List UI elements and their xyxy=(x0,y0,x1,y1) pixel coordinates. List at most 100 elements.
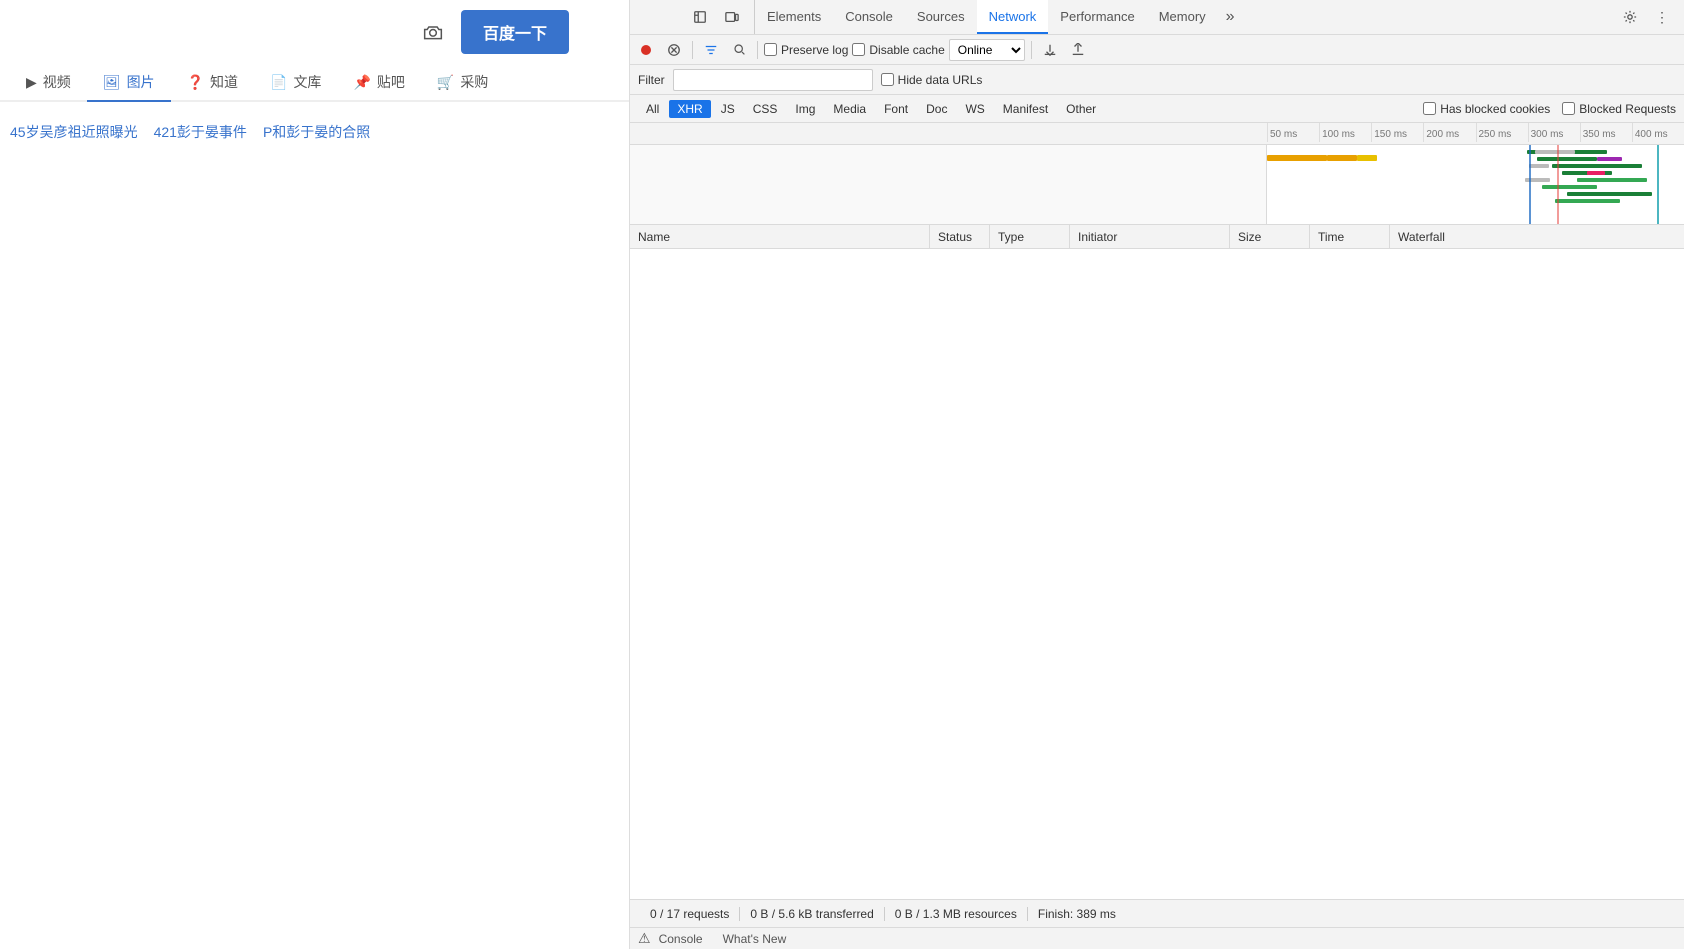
wf-bar-connect xyxy=(1357,155,1377,161)
type-pill-img[interactable]: Img xyxy=(787,100,823,118)
ruler-mark-3: 200 ms xyxy=(1423,123,1475,142)
tab-tupian[interactable]: 🖼 图片 xyxy=(87,64,171,102)
export-har-icon[interactable] xyxy=(1066,38,1090,62)
clear-button[interactable] xyxy=(662,38,686,62)
hide-data-urls-checkbox[interactable] xyxy=(881,73,894,86)
disable-cache-checkbox[interactable] xyxy=(852,43,865,56)
wf-bar-ssl xyxy=(1327,155,1357,161)
col-header-type[interactable]: Type xyxy=(990,225,1070,248)
waterfall-left-spacer xyxy=(630,145,1267,224)
tieba-icon: 📌 xyxy=(353,74,370,91)
whats-new-label[interactable]: What's New xyxy=(723,932,787,946)
preserve-log-checkbox[interactable] xyxy=(764,43,777,56)
tab-tieba[interactable]: 📌 贴吧 xyxy=(337,64,420,100)
table-header: Name Status Type Initiator Size Time Wat… xyxy=(630,225,1684,249)
has-blocked-cookies-label[interactable]: Has blocked cookies xyxy=(1423,102,1550,116)
more-tabs-button[interactable]: » xyxy=(1218,0,1243,34)
wf-bar-pink1 xyxy=(1587,171,1605,175)
record-button[interactable] xyxy=(634,38,658,62)
filter-bar: Filter Hide data URLs xyxy=(630,65,1684,95)
col-header-size[interactable]: Size xyxy=(1230,225,1310,248)
browser-content: 百度一下 ▶ 视频 🖼 图片 ❓ 知道 📄 文库 📌 贴吧 🛒 采购 45岁吴彦 xyxy=(0,0,630,949)
suggestion-3[interactable]: P和彭于晏的合照 xyxy=(263,122,370,142)
network-table-body xyxy=(630,249,1684,899)
disable-cache-checkbox-label[interactable]: Disable cache xyxy=(852,43,944,57)
devtools-panel: Elements Console Sources Network Perform… xyxy=(630,0,1684,949)
dom-content-marker xyxy=(1529,145,1531,224)
device-toolbar-icon[interactable] xyxy=(718,3,746,31)
tab-sources[interactable]: Sources xyxy=(905,0,977,34)
tab-memory[interactable]: Memory xyxy=(1147,0,1218,34)
preserve-log-checkbox-label[interactable]: Preserve log xyxy=(764,43,848,57)
tab-performance[interactable]: Performance xyxy=(1048,0,1146,34)
baidu-search-button[interactable]: 百度一下 xyxy=(461,10,569,54)
devtools-right-icons: ⋮ xyxy=(1608,3,1684,31)
transferred-size: 0 B / 5.6 kB transferred xyxy=(740,907,884,921)
tab-console[interactable]: Console xyxy=(833,0,905,34)
suggestion-2[interactable]: 421彭于晏事件 xyxy=(154,122,247,142)
wenku-icon: 📄 xyxy=(270,74,287,91)
wf-bar-purple1 xyxy=(1597,157,1622,161)
ruler-mark-6: 350 ms xyxy=(1580,123,1632,142)
console-bottom-bar: ⚠ Console What's New xyxy=(630,927,1684,949)
finish-marker xyxy=(1657,145,1659,224)
tab-elements[interactable]: Elements xyxy=(755,0,833,34)
console-label[interactable]: Console xyxy=(659,932,703,946)
hide-data-urls-label[interactable]: Hide data URLs xyxy=(881,73,983,87)
col-header-time[interactable]: Time xyxy=(1310,225,1390,248)
inspect-element-icon[interactable] xyxy=(686,3,714,31)
col-header-waterfall[interactable]: Waterfall xyxy=(1390,225,1684,248)
type-pill-all[interactable]: All xyxy=(638,100,667,118)
search-icon-button[interactable] xyxy=(727,38,751,62)
type-pill-font[interactable]: Font xyxy=(876,100,916,118)
col-header-initiator[interactable]: Initiator xyxy=(1070,225,1230,248)
more-options-icon[interactable]: ⋮ xyxy=(1648,3,1676,31)
import-har-icon[interactable] xyxy=(1038,38,1062,62)
suggestion-1[interactable]: 45岁吴彦祖近照曝光 xyxy=(10,122,138,142)
wf-bar-g7 xyxy=(1567,192,1652,196)
camera-icon[interactable] xyxy=(415,14,451,50)
throttle-select[interactable]: Online Fast 3G Slow 3G Offline xyxy=(949,39,1025,61)
wf-bar-g5 xyxy=(1577,178,1647,182)
col-header-status[interactable]: Status xyxy=(930,225,990,248)
toolbar-divider-3 xyxy=(1031,41,1032,59)
ruler-mark-4: 250 ms xyxy=(1476,123,1528,142)
zhidao-icon: ❓ xyxy=(187,74,204,91)
type-pill-ws[interactable]: WS xyxy=(957,100,992,118)
type-pill-xhr[interactable]: XHR xyxy=(669,100,710,118)
type-pill-other[interactable]: Other xyxy=(1058,100,1104,118)
type-pill-css[interactable]: CSS xyxy=(745,100,786,118)
filter-icon-button[interactable] xyxy=(699,38,723,62)
wf-bar-g2 xyxy=(1537,157,1597,161)
settings-icon[interactable] xyxy=(1616,3,1644,31)
type-pill-js[interactable]: JS xyxy=(713,100,743,118)
blocked-requests-label[interactable]: Blocked Requests xyxy=(1562,102,1676,116)
ruler-marks: 50 ms 100 ms 150 ms 200 ms 250 ms 300 ms… xyxy=(1267,123,1684,144)
tab-zhidao[interactable]: ❓ 知道 xyxy=(171,64,254,100)
waterfall-bars-area xyxy=(630,145,1684,225)
caigou-icon: 🛒 xyxy=(437,74,454,91)
tab-shipin[interactable]: ▶ 视频 xyxy=(10,64,87,100)
browser-nav-tabs: ▶ 视频 🖼 图片 ❓ 知道 📄 文库 📌 贴吧 🛒 采购 xyxy=(0,64,629,102)
ruler-mark-5: 300 ms xyxy=(1528,123,1580,142)
wf-bar-gray2 xyxy=(1529,164,1549,168)
col-header-name[interactable]: Name xyxy=(630,225,930,248)
wf-bar-dns xyxy=(1267,155,1327,161)
status-bar: 0 / 17 requests 0 B / 5.6 kB transferred… xyxy=(630,899,1684,927)
finish-time: Finish: 389 ms xyxy=(1028,907,1126,921)
tab-caigou[interactable]: 🛒 采购 xyxy=(421,64,504,100)
extra-filters: Has blocked cookies Blocked Requests xyxy=(1423,102,1676,116)
filter-input[interactable] xyxy=(673,69,873,91)
shipin-icon: ▶ xyxy=(26,74,37,91)
blocked-requests-checkbox[interactable] xyxy=(1562,102,1575,115)
type-pill-media[interactable]: Media xyxy=(825,100,874,118)
filter-label: Filter xyxy=(638,73,665,87)
search-bar-area: 百度一下 xyxy=(0,0,629,64)
tab-network[interactable]: Network xyxy=(977,0,1049,34)
type-pill-manifest[interactable]: Manifest xyxy=(995,100,1056,118)
suggestions-area: 45岁吴彦祖近照曝光 421彭于晏事件 P和彭于晏的合照 xyxy=(0,102,629,162)
has-blocked-cookies-checkbox[interactable] xyxy=(1423,102,1436,115)
tab-wenku[interactable]: 📄 文库 xyxy=(254,64,337,100)
type-pill-doc[interactable]: Doc xyxy=(918,100,955,118)
type-filter-bar: All XHR JS CSS Img Media Font Doc WS Man… xyxy=(630,95,1684,123)
